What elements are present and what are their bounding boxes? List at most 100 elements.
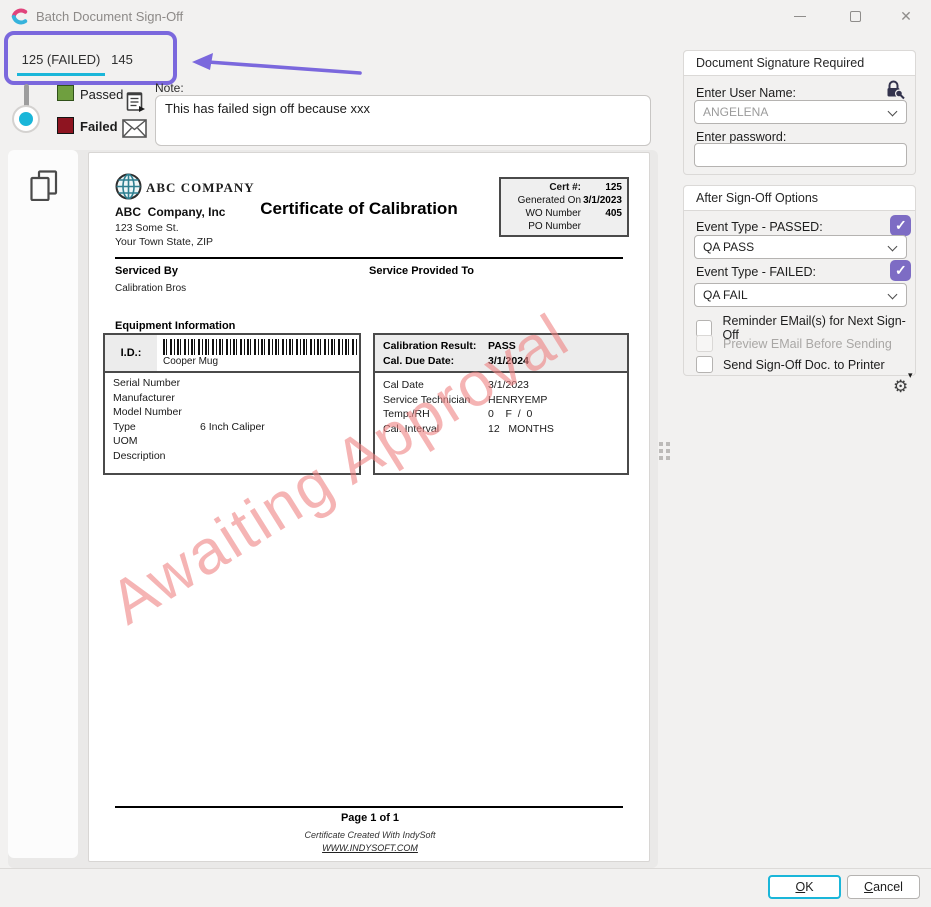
annotation-arrow	[192, 53, 364, 81]
row-label: Temp./RH	[383, 407, 488, 422]
generated-on-value: 3/1/2023	[581, 194, 627, 207]
table-row: Model Number	[105, 405, 359, 420]
pages-icon[interactable]	[30, 170, 58, 201]
row-value: 3/1/2023	[488, 378, 619, 393]
row-value: 3/1/2024	[488, 354, 529, 369]
generated-on-label: Generated On	[501, 194, 581, 207]
cert-number-value: 125	[581, 181, 627, 194]
maximize-button[interactable]	[840, 2, 870, 30]
table-row: Type6 Inch Caliper	[105, 420, 359, 435]
row-value	[200, 376, 359, 391]
note-input[interactable]: This has failed sign off because xxx	[156, 96, 650, 145]
password-field-container	[694, 143, 907, 167]
po-number-value	[581, 220, 627, 233]
barcode-cell: Cooper Mug	[157, 335, 359, 371]
batch-sign-off-window: Batch Document Sign-Off ✕ 125 (FAILED) 1…	[0, 0, 931, 907]
event-type-failed-checkbox[interactable]	[890, 260, 911, 281]
close-button[interactable]: ✕	[891, 2, 921, 30]
row-value: HENRYEMP	[488, 393, 619, 408]
website-link: WWW.INDYSOFT.COM	[89, 843, 650, 853]
serviced-by-label: Serviced By	[115, 265, 178, 277]
lock-key-icon	[884, 79, 905, 100]
footer-divider	[115, 806, 623, 808]
row-label: Model Number	[105, 405, 200, 420]
send-to-printer-label: Send Sign-Off Doc. to Printer	[723, 358, 885, 372]
company-address-line1: 123 Some St.	[115, 222, 179, 234]
username-select[interactable]: ANGELENA	[694, 100, 907, 124]
row-label: Calibration Result:	[383, 339, 488, 354]
company-globe-logo-icon	[115, 173, 142, 200]
event-type-passed-value: QA PASS	[695, 236, 906, 258]
note-label: Note:	[155, 81, 184, 95]
company-name: ABC Company, Inc	[115, 205, 225, 219]
app-logo-icon	[10, 7, 29, 26]
event-type-passed-label: Event Type - PASSED:	[696, 220, 823, 234]
row-label: Type	[105, 420, 200, 435]
splitter-grip[interactable]	[659, 442, 670, 460]
username-label: Enter User Name:	[696, 86, 796, 100]
table-row: Description	[105, 449, 359, 464]
row-label: Cal Date	[383, 378, 488, 393]
row-value	[200, 405, 359, 420]
options-panel-title: After Sign-Off Options	[684, 186, 915, 211]
row-label: Manufacturer	[105, 391, 200, 406]
annotation-highlight-box	[4, 31, 177, 85]
header-divider	[115, 257, 623, 259]
table-row: Calibration Result:PASS	[383, 339, 619, 354]
equipment-box: I.D.: Cooper Mug Serial Number Manufactu…	[103, 333, 361, 475]
equipment-box-header: I.D.: Cooper Mug	[105, 335, 359, 373]
ok-button[interactable]: OK	[768, 875, 841, 899]
email-icon[interactable]	[122, 119, 147, 138]
password-label: Enter password:	[696, 130, 786, 144]
service-provided-to-label: Service Provided To	[369, 265, 474, 277]
wo-number-label: WO Number	[501, 207, 581, 220]
close-icon: ✕	[900, 8, 912, 25]
table-row: Serial Number	[105, 376, 359, 391]
send-to-printer-checkbox[interactable]	[696, 356, 713, 373]
cert-number-label: Cert #:	[501, 181, 581, 194]
certificate-page: ABC COMPANY ABC Company, Inc 123 Some St…	[88, 152, 650, 862]
event-type-passed-checkbox[interactable]	[890, 215, 911, 236]
failed-color-swatch	[57, 117, 74, 134]
page-thumbnail-sidebar	[8, 150, 78, 858]
reminder-email-checkbox[interactable]	[696, 320, 712, 337]
calibration-box-body: Cal Date3/1/2023 Service TechnicianHENRY…	[375, 373, 627, 436]
row-value	[200, 449, 359, 464]
row-value: 0 F / 0	[488, 407, 619, 422]
event-type-failed-select[interactable]: QA FAIL	[694, 283, 907, 307]
bottom-separator	[0, 868, 931, 869]
password-input[interactable]	[695, 144, 906, 166]
note-icon[interactable]	[126, 91, 146, 112]
row-label: Cal. Due Date:	[383, 354, 488, 369]
cancel-button[interactable]: Cancel	[847, 875, 920, 899]
calibration-box: Calibration Result:PASS Cal. Due Date:3/…	[373, 333, 629, 475]
row-value	[200, 434, 359, 449]
minimize-icon	[794, 16, 806, 17]
gear-dropdown-caret-icon[interactable]: ▾	[908, 371, 913, 381]
company-address-line2: Your Town State, ZIP	[115, 236, 213, 248]
row-value: PASS	[488, 339, 516, 354]
row-value: 6 Inch Caliper	[200, 420, 359, 435]
row-value	[200, 391, 359, 406]
username-value: ANGELENA	[695, 101, 906, 123]
document-slider-handle[interactable]	[12, 105, 40, 133]
row-label: Description	[105, 449, 200, 464]
settings-gear-icon[interactable]: ⚙	[893, 377, 908, 397]
event-type-passed-select[interactable]: QA PASS	[694, 235, 907, 259]
calibration-box-header: Calibration Result:PASS Cal. Due Date:3/…	[375, 335, 627, 373]
failed-label: Failed	[80, 119, 118, 134]
row-label: Service Technician	[383, 393, 488, 408]
preview-email-checkbox	[696, 335, 713, 352]
row-label: Cal. Interval	[383, 422, 488, 437]
signature-panel-title: Document Signature Required	[684, 51, 915, 76]
note-field-container: This has failed sign off because xxx	[155, 95, 651, 146]
serviced-by-value: Calibration Bros	[115, 283, 186, 294]
equipment-information-label: Equipment Information	[115, 320, 235, 332]
generated-on-row: Generated On 3/1/2023	[501, 194, 627, 207]
created-with-text: Certificate Created With IndySoft	[89, 830, 650, 840]
minimize-button[interactable]	[785, 2, 815, 30]
maximize-icon	[850, 11, 861, 22]
id-label: I.D.:	[105, 335, 157, 371]
row-label: Serial Number	[105, 376, 200, 391]
company-logo-text: ABC COMPANY	[146, 180, 255, 196]
